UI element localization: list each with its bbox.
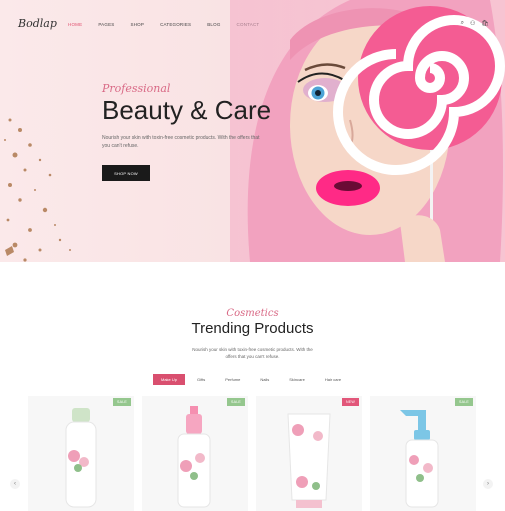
- sale-badge: SALE: [227, 398, 245, 406]
- nav-item-pages[interactable]: Pages: [90, 22, 122, 27]
- section-script-text: Cosmetics: [226, 308, 279, 319]
- tab-make-up[interactable]: Make Up: [153, 374, 186, 385]
- hero-title: Beauty & Care: [102, 95, 272, 125]
- carousel-next-button[interactable]: ›: [483, 479, 493, 489]
- sale-badge: SALE: [113, 398, 131, 406]
- tab-gifts[interactable]: Gifts: [189, 374, 213, 385]
- product-grid: SALE SALE NEW SALE: [28, 396, 476, 511]
- carousel-prev-button[interactable]: ‹: [10, 479, 20, 489]
- sale-badge: SALE: [455, 398, 473, 406]
- hero-section: Bodlap Home Pages Shop Categories Blog C…: [0, 0, 505, 262]
- section-description: Nourish your skin with toxin-free cosmet…: [192, 347, 313, 359]
- product-tube-image: [287, 413, 331, 508]
- cosmetic-crumbs-decoration: [4, 118, 71, 262]
- nav-item-categories[interactable]: Categories: [152, 22, 199, 27]
- tab-skincare[interactable]: Skincare: [281, 374, 313, 385]
- product-tabs: Make Up Gifts Perfume Nails Skincare Hai…: [153, 374, 349, 385]
- cart-icon[interactable]: 🛍: [481, 20, 489, 27]
- product-card[interactable]: NEW: [256, 396, 362, 511]
- product-card[interactable]: SALE: [370, 396, 476, 511]
- shop-now-button[interactable]: SHOP NOW: [102, 165, 150, 181]
- product-card[interactable]: SALE: [28, 396, 134, 511]
- product-card[interactable]: SALE: [142, 396, 248, 511]
- product-pump-image: [400, 410, 439, 508]
- tab-perfume[interactable]: Perfume: [217, 374, 248, 385]
- hero-script-text: Professional: [102, 82, 171, 95]
- search-icon[interactable]: ⌕: [461, 20, 464, 27]
- brand-logo[interactable]: Bodlap: [18, 17, 57, 30]
- hero-description: Nourish your skin with toxin-free cosmet…: [102, 135, 260, 149]
- header-icons: ⌕ ⚇ 🛍: [461, 20, 489, 27]
- new-badge: NEW: [342, 398, 359, 406]
- tab-hair-care[interactable]: Hair care: [317, 374, 349, 385]
- section-title: Trending Products: [191, 320, 314, 337]
- product-spray-image: [177, 406, 211, 508]
- product-bottle-image: [65, 408, 97, 508]
- user-icon[interactable]: ⚇: [470, 20, 475, 27]
- nav-item-shop[interactable]: Shop: [123, 22, 153, 27]
- tab-nails[interactable]: Nails: [252, 374, 277, 385]
- nav-item-blog[interactable]: Blog: [199, 22, 228, 27]
- nav-item-home[interactable]: Home: [60, 22, 90, 27]
- hero-model-image: [230, 0, 505, 262]
